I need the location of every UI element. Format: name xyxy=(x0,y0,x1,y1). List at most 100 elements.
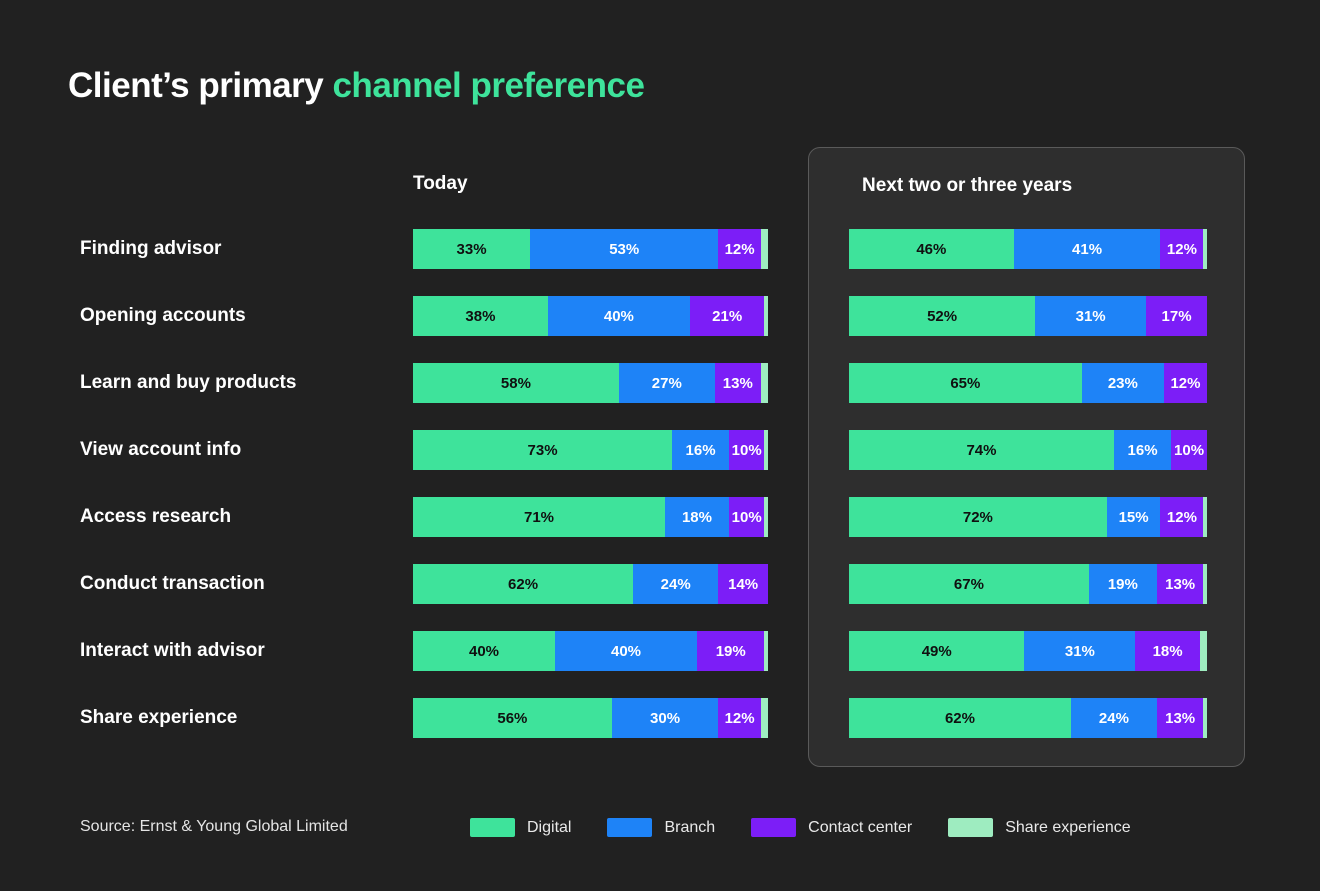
chart-row: Interact with advisor 40% 40% 19% 49% 31% 18% xyxy=(0,631,1320,671)
segment-digital: 52% xyxy=(849,296,1036,336)
segment-digital: 73% xyxy=(413,430,673,470)
segment-branch: 24% xyxy=(633,564,719,604)
segment-contact-center: 13% xyxy=(1156,698,1204,738)
segment-digital: 62% xyxy=(849,698,1071,738)
segment-branch: 31% xyxy=(1035,296,1147,336)
segment-branch: 23% xyxy=(1081,363,1165,403)
segment-contact-center: 14% xyxy=(718,564,768,604)
segment-contact-center: 19% xyxy=(697,631,765,671)
segment-digital: 67% xyxy=(849,564,1089,604)
legend-swatch-digital xyxy=(470,818,515,837)
chart-row: View account info 73% 16% 10% 74% 16% 10% xyxy=(0,430,1320,470)
row-label: Learn and buy products xyxy=(80,372,297,393)
row-label: View account info xyxy=(80,439,242,460)
segment-branch: 40% xyxy=(547,296,690,336)
stacked-bar-future: 49% 31% 18% xyxy=(849,631,1207,671)
segment-contact-center: 12% xyxy=(718,229,761,269)
segment-contact-center: 12% xyxy=(1160,229,1204,269)
stacked-bar-future: 74% 16% 10% xyxy=(849,430,1207,470)
segment-share-experience xyxy=(1199,631,1207,671)
legend-swatch-branch xyxy=(607,818,653,837)
segment-share-experience xyxy=(764,430,768,470)
stacked-bar-future: 65% 23% 12% xyxy=(849,363,1207,403)
segment-branch: 19% xyxy=(1088,564,1157,604)
legend-label: Branch xyxy=(664,818,716,836)
stacked-bar-today: 71% 18% 10% xyxy=(413,497,768,537)
stacked-bar-today: 62% 24% 14% xyxy=(413,564,768,604)
segment-share-experience xyxy=(760,229,768,269)
row-label: Conduct transaction xyxy=(80,573,265,594)
segment-branch: 16% xyxy=(672,430,729,470)
stacked-bar-today: 40% 40% 19% xyxy=(413,631,768,671)
segment-contact-center: 12% xyxy=(1164,363,1207,403)
stacked-bar-today: 38% 40% 21% xyxy=(413,296,768,336)
chart-row: Opening accounts 38% 40% 21% 52% 31% 17% xyxy=(0,296,1320,336)
row-label: Share experience xyxy=(80,707,238,728)
segment-contact-center: 18% xyxy=(1135,631,1200,671)
segment-contact-center: 10% xyxy=(1171,430,1207,470)
stacked-bar-future: 72% 15% 12% xyxy=(849,497,1207,537)
chart-row: Conduct transaction 62% 24% 14% 67% 19% 13% xyxy=(0,564,1320,604)
chart-page: Client’s primary channel preference Toda… xyxy=(0,0,1320,891)
segment-digital: 65% xyxy=(849,363,1082,403)
segment-contact-center: 17% xyxy=(1146,296,1207,336)
row-label: Access research xyxy=(80,506,232,527)
chart-row: Access research 71% 18% 10% 72% 15% 12% xyxy=(0,497,1320,537)
stacked-bar-future: 46% 41% 12% xyxy=(849,229,1207,269)
segment-share-experience xyxy=(1203,497,1207,537)
chart-row: Finding advisor 33% 53% 12% 46% 41% 12% xyxy=(0,229,1320,269)
segment-digital: 62% xyxy=(413,564,634,604)
chart-row: Share experience 56% 30% 12% 62% 24% 13% xyxy=(0,698,1320,738)
stacked-bar-future: 52% 31% 17% xyxy=(849,296,1207,336)
segment-branch: 24% xyxy=(1070,698,1157,738)
segment-digital: 33% xyxy=(413,229,531,269)
stacked-bar-future: 62% 24% 13% xyxy=(849,698,1207,738)
stacked-bar-today: 56% 30% 12% xyxy=(413,698,768,738)
segment-digital: 40% xyxy=(413,631,555,671)
segment-share-experience xyxy=(760,698,768,738)
legend-label: Digital xyxy=(527,818,572,836)
segment-digital: 72% xyxy=(849,497,1107,537)
segment-contact-center: 10% xyxy=(728,430,765,470)
segment-branch: 31% xyxy=(1024,631,1136,671)
legend-item: Digital xyxy=(470,818,571,837)
legend-swatch-share-experience xyxy=(948,818,994,837)
segment-digital: 56% xyxy=(413,698,612,738)
chart-row: Learn and buy products 58% 27% 13% 65% 23% 12% xyxy=(0,363,1320,403)
legend-label: Contact center xyxy=(808,818,913,836)
segment-share-experience xyxy=(764,631,768,671)
legend-item: Contact center xyxy=(751,818,912,837)
segment-contact-center: 12% xyxy=(718,698,761,738)
segment-contact-center: 10% xyxy=(728,497,765,537)
row-label: Finding advisor xyxy=(80,238,222,259)
segment-digital: 49% xyxy=(849,631,1025,671)
segment-branch: 18% xyxy=(665,497,729,537)
segment-branch: 16% xyxy=(1113,430,1172,470)
chart-rows: Finding advisor 33% 53% 12% 46% 41% 12% Opening… xyxy=(0,0,1320,891)
chart-legend: Digital Branch Contact center Share experie… xyxy=(470,818,1167,837)
legend-item: Share experience xyxy=(948,818,1131,837)
row-label: Opening accounts xyxy=(80,305,246,326)
source-note: Source: Ernst & Young Global Limited xyxy=(80,818,348,835)
segment-contact-center: 13% xyxy=(714,363,761,403)
segment-branch: 30% xyxy=(611,698,719,738)
segment-contact-center: 12% xyxy=(1160,497,1204,537)
segment-branch: 41% xyxy=(1013,229,1161,269)
segment-share-experience xyxy=(764,497,768,537)
segment-digital: 38% xyxy=(413,296,548,336)
segment-share-experience xyxy=(1203,564,1207,604)
segment-share-experience xyxy=(1203,229,1207,269)
segment-contact-center: 13% xyxy=(1156,564,1204,604)
legend-swatch-contact-center xyxy=(751,818,797,837)
stacked-bar-today: 73% 16% 10% xyxy=(413,430,768,470)
segment-digital: 74% xyxy=(849,430,1114,470)
stacked-bar-today: 33% 53% 12% xyxy=(413,229,768,269)
segment-contact-center: 21% xyxy=(689,296,765,336)
stacked-bar-future: 67% 19% 13% xyxy=(849,564,1207,604)
legend-item: Branch xyxy=(607,818,715,837)
segment-digital: 46% xyxy=(849,229,1014,269)
segment-digital: 58% xyxy=(413,363,619,403)
segment-branch: 15% xyxy=(1106,497,1161,537)
row-label: Interact with advisor xyxy=(80,640,265,661)
segment-share-experience xyxy=(764,296,768,336)
